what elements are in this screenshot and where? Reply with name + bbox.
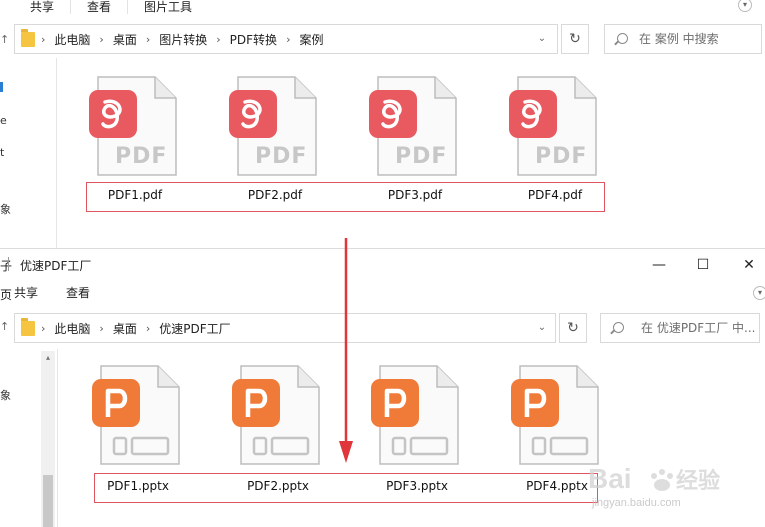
breadcrumb: › 此电脑 › 桌面 › 优速PDF工厂 [41, 314, 231, 342]
pptx-file-icon [511, 365, 599, 465]
svg-text:Bai: Bai [588, 463, 632, 494]
search-icon [613, 322, 624, 333]
chevron-right-icon: › [99, 321, 104, 335]
search-icon [617, 33, 628, 44]
wps-pdf-badge-icon [229, 90, 277, 138]
search-input[interactable]: 在 优速PDF工厂 中... [641, 314, 755, 342]
search-box[interactable]: 在 优速PDF工厂 中... [600, 313, 760, 343]
breadcrumb-case[interactable]: 案例 [299, 31, 323, 48]
breadcrumb-image-convert[interactable]: 图片转换 [159, 31, 207, 48]
wps-ppt-badge-icon [511, 379, 559, 427]
breadcrumb-desktop[interactable]: 桌面 [113, 31, 137, 48]
address-bar[interactable]: › 此电脑 › 桌面 › 优速PDF工厂 ⌄ [14, 313, 556, 343]
breadcrumb-youpdf[interactable]: 优速PDF工厂 [159, 320, 230, 337]
nav-item-fragment[interactable]: e [0, 114, 7, 127]
title-bar: 子 优速PDF工厂 — ☐ ✕ [0, 249, 765, 281]
pdf-file-icon: PDF [369, 76, 457, 176]
pdf-label: PDF [115, 144, 168, 169]
maximize-button[interactable]: ☐ [686, 251, 720, 279]
ribbon-tabs: 共享 查看 图片工具 [0, 0, 208, 14]
ribbon-expand-icon[interactable]: ▾ [753, 286, 765, 300]
up-arrow-icon[interactable]: ↑ [0, 320, 9, 333]
window-title: 优速PDF工厂 [20, 259, 92, 273]
down-arrow-annotation [339, 238, 353, 463]
chevron-right-icon: › [99, 32, 104, 46]
selection-highlight-box [86, 182, 605, 212]
chevron-right-icon: › [145, 32, 151, 46]
navigation-pane: 象 [0, 349, 42, 527]
pdf-file-icon: PDF [229, 76, 317, 176]
baidu-watermark: Bai 经验 jingyan.baidu.com [588, 458, 738, 518]
wps-pdf-badge-icon [89, 90, 137, 138]
breadcrumb-this-pc[interactable]: 此电脑 [54, 320, 90, 337]
close-button[interactable]: ✕ [732, 251, 765, 279]
minimize-button[interactable]: — [642, 251, 676, 279]
title-fragment: 子 [0, 259, 13, 273]
wps-pdf-badge-icon [509, 90, 557, 138]
pdf-label: PDF [255, 144, 308, 169]
ribbon-tab-fragment[interactable]: 页 [0, 286, 12, 303]
address-bar[interactable]: › 此电脑 › 桌面 › 图片转换 › PDF转换 › 案例 ⌄ [14, 24, 558, 54]
refresh-icon: ↻ [569, 31, 581, 47]
navigation-pane: e t 象 [0, 60, 42, 240]
refresh-icon: ↻ [567, 320, 579, 336]
nav-item-fragment[interactable]: 象 [0, 387, 11, 403]
ribbon-tabs: 页 共享 查看 [0, 282, 104, 302]
tab-picture-tools[interactable]: 图片工具 [128, 0, 208, 14]
pane-divider [57, 349, 58, 527]
up-arrow-icon[interactable]: ↑ [0, 33, 9, 46]
breadcrumb-pdf-convert[interactable]: PDF转换 [230, 31, 277, 48]
refresh-button[interactable]: ↻ [559, 313, 587, 343]
explorer-window-case: 共享 查看 图片工具 ▾ ↑ › 此电脑 › 桌面 › 图片转换 › PDF转换… [0, 0, 765, 248]
chevron-right-icon: › [216, 32, 221, 46]
pdf-label: PDF [535, 144, 588, 169]
ribbon-expand-icon[interactable]: ▾ [738, 0, 752, 12]
folder-icon [21, 29, 35, 47]
chevron-right-icon: › [41, 32, 46, 46]
search-input[interactable]: 在 案例 中搜索 [639, 25, 719, 53]
selection-highlight-box [94, 473, 598, 503]
nav-item-fragment[interactable]: 象 [0, 201, 11, 217]
nav-item-fragment[interactable]: t [0, 146, 4, 159]
tab-share[interactable]: 共享 [0, 0, 72, 14]
pptx-file-icon [371, 365, 459, 465]
scrollbar-thumb[interactable] [43, 475, 53, 527]
pdf-file-icon: PDF [509, 76, 597, 176]
chevron-right-icon: › [286, 32, 291, 46]
pptx-file-icon [232, 365, 320, 465]
pdf-label: PDF [395, 144, 448, 169]
wps-ppt-badge-icon [232, 379, 280, 427]
scroll-up-icon[interactable]: ▴ [41, 351, 55, 365]
nav-selection-indicator [0, 82, 3, 92]
folder-icon [21, 318, 35, 336]
tab-view[interactable]: 查看 [71, 0, 129, 14]
wps-pdf-badge-icon [369, 90, 417, 138]
breadcrumb: › 此电脑 › 桌面 › 图片转换 › PDF转换 › 案例 [41, 25, 323, 53]
title-separator [8, 257, 9, 271]
breadcrumb-desktop[interactable]: 桌面 [113, 320, 137, 337]
breadcrumb-this-pc[interactable]: 此电脑 [54, 31, 90, 48]
pdf-file-icon: PDF [89, 76, 177, 176]
pane-divider [56, 58, 57, 248]
address-dropdown-icon[interactable]: ⌄ [533, 314, 551, 342]
nav-scrollbar[interactable]: ▴ [41, 351, 55, 527]
tab-view[interactable]: 查看 [52, 282, 104, 300]
svg-text:jingyan.baidu.com: jingyan.baidu.com [591, 497, 681, 509]
wps-ppt-badge-icon [92, 379, 140, 427]
svg-text:经验: 经验 [676, 468, 720, 494]
search-box[interactable]: 在 案例 中搜索 [604, 24, 762, 54]
pptx-file-icon [92, 365, 180, 465]
baidu-logo: Bai 经验 jingyan.baidu.com [588, 463, 720, 509]
wps-ppt-badge-icon [371, 379, 419, 427]
chevron-right-icon: › [145, 321, 151, 335]
chevron-right-icon: › [41, 321, 46, 335]
address-dropdown-icon[interactable]: ⌄ [533, 25, 551, 53]
refresh-button[interactable]: ↻ [561, 24, 589, 54]
